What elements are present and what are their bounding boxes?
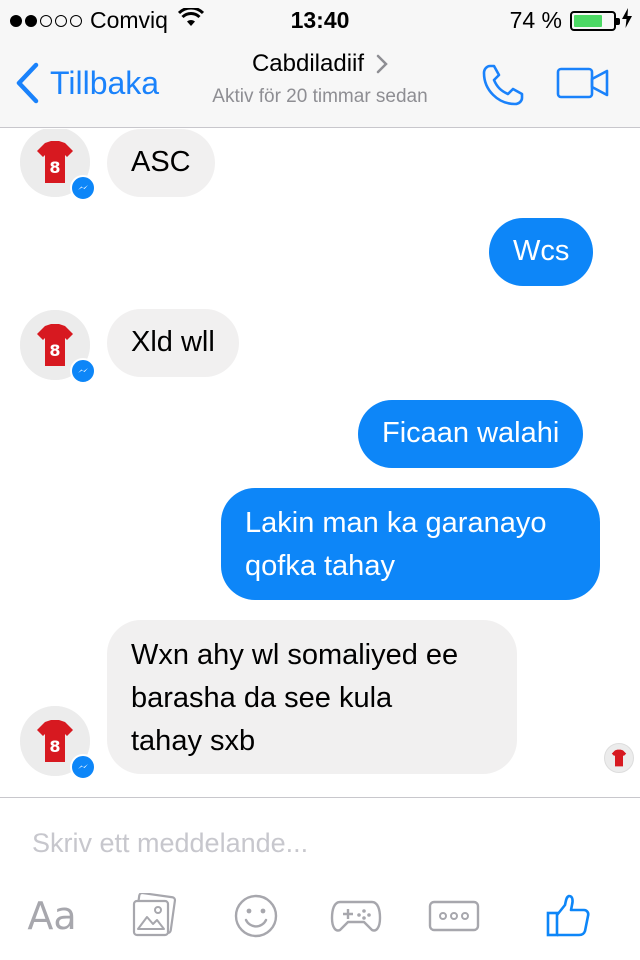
chevron-left-icon: [16, 62, 39, 104]
photo-icon: [132, 893, 177, 937]
seen-indicator-avatar: [604, 743, 634, 773]
message-bubble-outgoing[interactable]: Lakin man ka garanayo qofka tahay: [221, 488, 600, 600]
svg-text:8: 8: [49, 737, 60, 756]
messenger-badge-icon: [70, 754, 96, 780]
charging-bolt-icon: [622, 7, 632, 34]
call-button[interactable]: [480, 62, 526, 113]
chevron-right-icon: [376, 54, 388, 74]
message-line: barasha da see kula: [131, 682, 393, 714]
message-line: tahay sxb: [131, 725, 256, 757]
status-bar: Comviq 13:40 74 %: [0, 0, 640, 40]
avatar[interactable]: 8: [20, 129, 96, 201]
message-bubble-incoming[interactable]: Xld wll: [107, 309, 239, 377]
message-line: Lakin man ka garanayo: [245, 507, 547, 539]
emoji-button[interactable]: [228, 888, 284, 944]
phone-icon: [482, 64, 524, 106]
game-button[interactable]: [326, 888, 386, 944]
messenger-badge-icon: [70, 358, 96, 384]
avatar[interactable]: 8: [20, 310, 96, 384]
more-button[interactable]: [426, 888, 482, 944]
messenger-badge-icon: [70, 175, 96, 201]
composer-toolbar: Aa: [0, 888, 640, 948]
message-thread[interactable]: 8 ASC Wcs 8 Xld wll Ficaan walahi Lakin …: [0, 129, 640, 797]
message-bubble-incoming[interactable]: ASC: [107, 129, 215, 197]
game-icon: [330, 900, 382, 932]
message-bubble-outgoing[interactable]: Ficaan walahi: [358, 400, 584, 468]
battery-icon: [570, 10, 620, 31]
avatar[interactable]: 8: [20, 706, 96, 780]
message-input[interactable]: [32, 828, 592, 859]
battery-area: 74 %: [510, 7, 632, 34]
svg-text:8: 8: [49, 341, 60, 360]
contact-name: Cabdiladiif: [251, 50, 365, 77]
battery-level: [574, 14, 603, 27]
more-icon: [428, 900, 480, 932]
message-line: Wxn ahy wl somaliyed ee: [131, 639, 459, 671]
photo-button[interactable]: [126, 888, 182, 944]
message-line: qofka tahay: [245, 550, 395, 582]
text-format-icon: Aa: [27, 894, 77, 938]
composer: Aa: [0, 797, 640, 960]
video-call-button[interactable]: [556, 66, 610, 105]
message-bubble-incoming[interactable]: Wxn ahy wl somaliyed ee barasha da see k…: [107, 620, 517, 774]
message-bubble-outgoing[interactable]: Wcs: [489, 218, 594, 286]
text-format-button[interactable]: Aa: [24, 888, 80, 944]
active-status: Aktiv för 20 timmar sedan: [212, 86, 428, 107]
back-button[interactable]: Tillbaka: [14, 62, 159, 104]
contact-title[interactable]: Cabdiladiif Aktiv för 20 timmar sedan: [170, 50, 470, 108]
back-label: Tillbaka: [50, 64, 160, 101]
svg-text:8: 8: [49, 158, 60, 177]
battery-percent: 74 %: [509, 7, 562, 33]
like-icon: [546, 894, 590, 937]
conversation-header: Tillbaka Cabdiladiif Aktiv för 20 timmar…: [0, 40, 640, 128]
video-camera-icon: [556, 67, 609, 99]
like-button[interactable]: [540, 888, 596, 944]
emoji-icon: [234, 894, 278, 938]
